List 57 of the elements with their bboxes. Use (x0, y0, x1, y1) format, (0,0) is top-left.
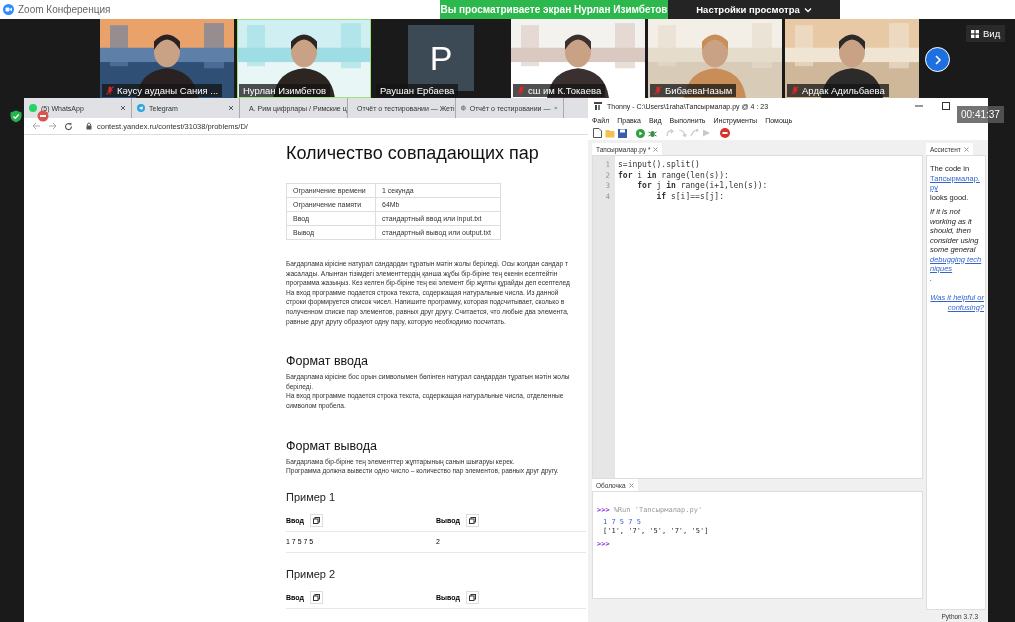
code-line: for j in range(i+1,len(s)): (636, 181, 768, 191)
new-file-icon[interactable] (593, 128, 602, 138)
bug-icon[interactable] (648, 128, 657, 138)
grid-icon (971, 29, 979, 38)
copy-button[interactable] (465, 514, 479, 528)
meeting-timer: 00:41:37 (957, 106, 1004, 123)
shield-icon (10, 110, 22, 123)
save-icon[interactable] (618, 128, 627, 138)
close-icon[interactable] (628, 482, 634, 488)
example-title: Пример 1 (286, 490, 337, 503)
chevron-right-icon (933, 54, 942, 65)
example-title: Пример 2 (286, 567, 337, 580)
section-heading: Формат вывода (286, 438, 378, 453)
code-line: for i in range(len(s)): (618, 170, 730, 181)
run-icon[interactable] (636, 128, 645, 138)
copy-button[interactable] (309, 514, 323, 528)
view-button[interactable]: Вид (966, 25, 1006, 42)
stop-icon[interactable] (720, 128, 730, 138)
participant-name: сш им К.Токаева (528, 85, 602, 96)
forward-arrow-icon[interactable] (48, 122, 57, 130)
paper-plane-icon (137, 104, 145, 112)
maximize-icon[interactable] (942, 102, 950, 110)
muted-microphone-icon (106, 86, 114, 95)
participant-name: Кәусу ауданы Сания ... (117, 85, 219, 96)
next-page-button[interactable] (925, 47, 950, 72)
code-line: s=input().split() (618, 160, 701, 170)
zoom-logo-icon (3, 4, 14, 15)
chat-icon (29, 104, 37, 112)
reload-icon[interactable] (64, 121, 73, 131)
window-title: Zoom Конференция (18, 4, 111, 15)
section-heading: Формат ввода (286, 354, 369, 369)
participant-name: Ардак Адильбаева (802, 85, 885, 96)
share-banner: Вы просматриваете экран Нурлан Изимбетов (440, 0, 668, 19)
copy-icon (468, 517, 476, 525)
copy-icon (468, 594, 476, 602)
minimize-icon[interactable] (915, 102, 923, 110)
lock-icon (86, 122, 92, 130)
muted-microphone-icon (791, 86, 799, 95)
muted-microphone-icon (517, 86, 525, 95)
back-arrow-icon[interactable] (32, 122, 41, 130)
close-icon[interactable] (653, 146, 659, 152)
participant-name: БибаеваНазым (665, 85, 733, 96)
copy-icon (312, 594, 320, 602)
view-options-button[interactable]: Настройки просмотра (668, 0, 840, 19)
close-icon[interactable] (120, 105, 126, 111)
code-line: if s[i]==s[j]: (655, 191, 725, 202)
copy-icon (312, 517, 320, 525)
copy-button[interactable] (309, 591, 323, 605)
copy-button[interactable] (465, 591, 479, 605)
problem-title: Количество совпадающих пар (286, 143, 540, 164)
chevron-down-icon (803, 6, 812, 13)
participant-name: Нурлан Изимбетов (243, 85, 326, 96)
app-icon (594, 102, 602, 110)
close-icon[interactable] (963, 146, 969, 152)
globe-icon (461, 104, 466, 112)
muted-microphone-icon (654, 86, 662, 95)
close-icon[interactable] (228, 105, 234, 111)
